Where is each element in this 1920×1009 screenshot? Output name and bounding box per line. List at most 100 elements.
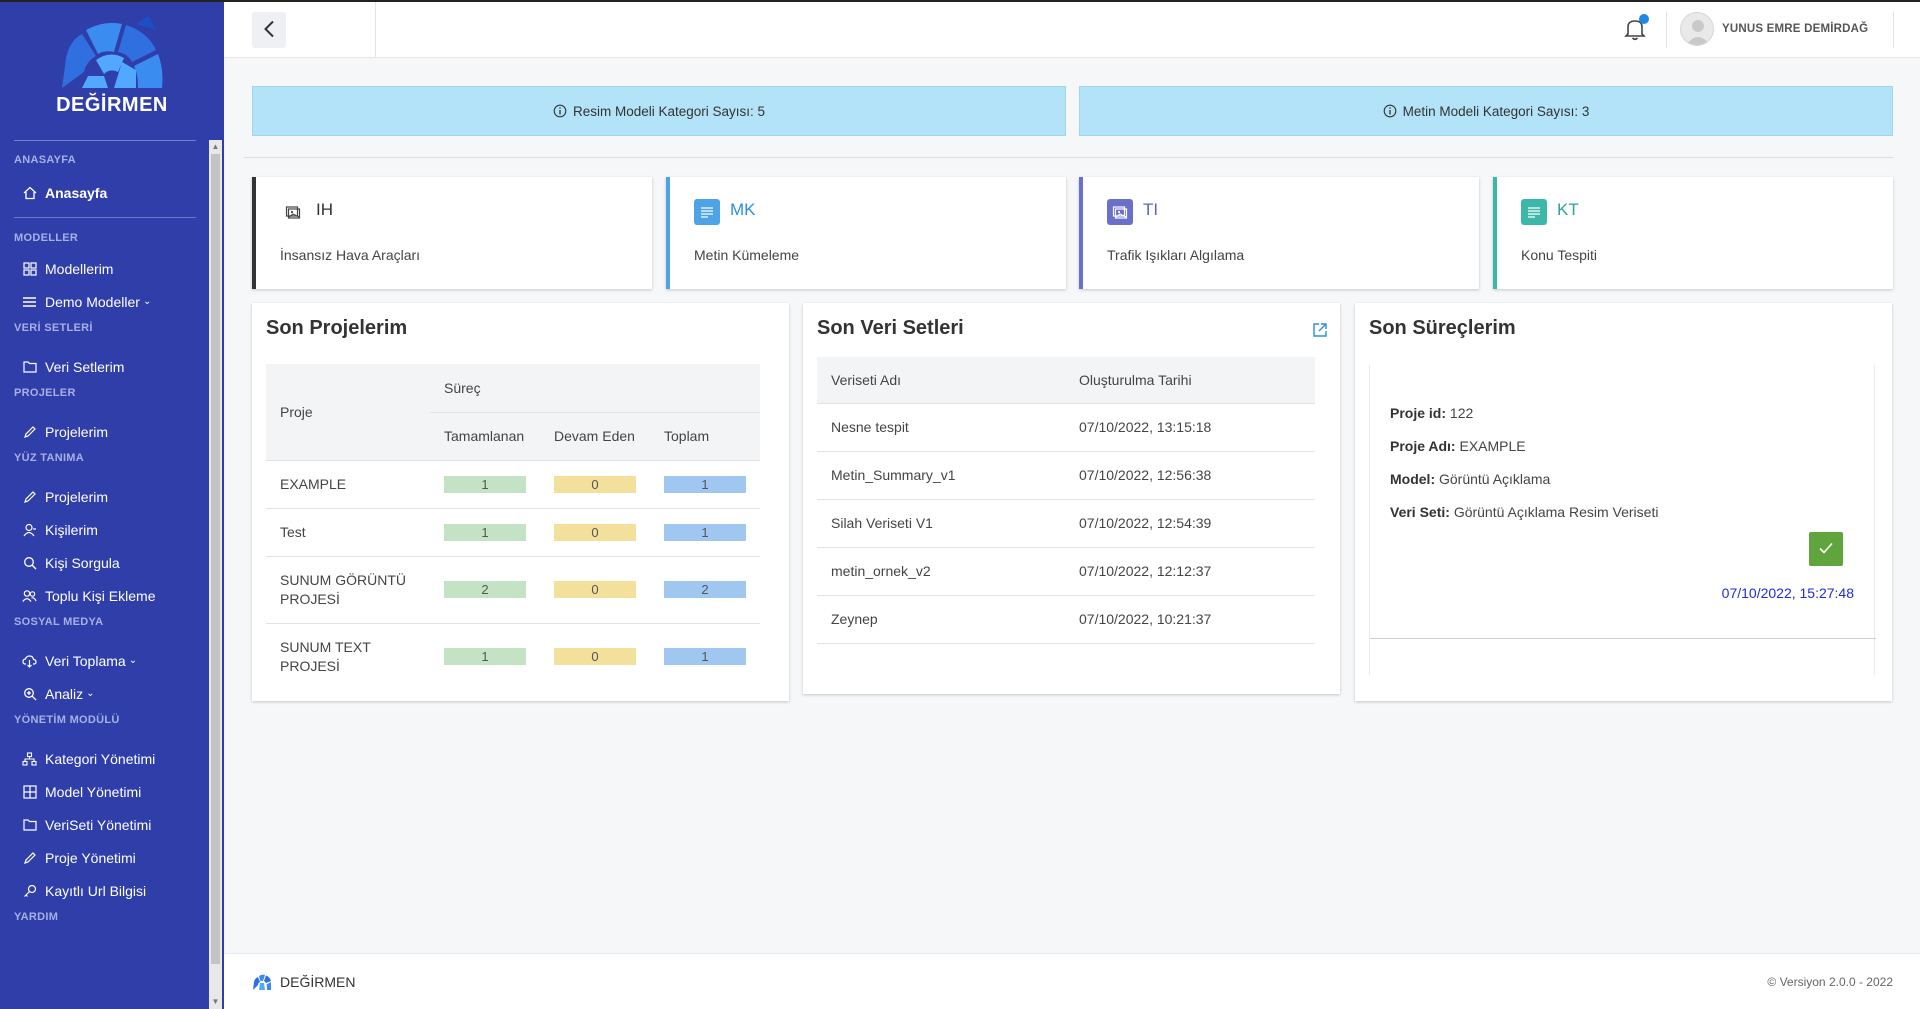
sitemap-icon <box>22 751 37 766</box>
sidebar-item-veri-toplama[interactable]: Veri Toplama ⌄ <box>0 644 210 677</box>
process-project-id: Proje id: 122 <box>1390 405 1473 421</box>
window-top-border <box>0 0 1920 2</box>
sidebar-item-label: Projelerim <box>45 488 109 505</box>
total-badge: 1 <box>664 475 746 493</box>
sidebar-item-label: Modellerim <box>45 260 114 277</box>
ongoing-badge: 0 <box>554 581 636 598</box>
dataset-name: metin_ornek_v2 <box>817 546 1065 595</box>
table-row[interactable]: SUNUM GÖRÜNTÜ PROJESİ 2 0 2 <box>266 555 760 623</box>
category-card-kt[interactable]: KT Konu Tespiti <box>1493 177 1893 289</box>
sidebar-item-label: Kişi Sorgula <box>45 554 120 571</box>
process-status-button[interactable] <box>1809 532 1843 566</box>
user-menu[interactable]: YUNUS EMRE DEMİRDAĞ <box>1680 12 1868 46</box>
notifications-button[interactable] <box>1622 14 1650 45</box>
col-header-completed: Tamamlanan <box>430 412 540 460</box>
table-row[interactable]: EXAMPLE 1 0 1 <box>266 459 760 508</box>
key-icon <box>22 883 37 898</box>
brand-logo-icon <box>252 973 272 991</box>
search-icon <box>22 555 37 570</box>
datasets-table: Veriseti Adı Oluşturulma Tarihi Nesne te… <box>817 357 1315 644</box>
image-icon <box>1107 199 1133 225</box>
sidebar-scrollbar[interactable]: ▲ ▼ <box>209 140 222 1009</box>
sidebar-item-label: Kayıtlı Url Bilgisi <box>45 882 147 899</box>
table-row[interactable]: Silah Veriseti V1 07/10/2022, 12:54:39 <box>817 498 1315 547</box>
top-header: YUNUS EMRE DEMİRDAĞ <box>224 2 1920 58</box>
sidebar-item-kisilerim[interactable]: Kişilerim <box>0 513 210 546</box>
field-value: Görüntü Açıklama <box>1439 471 1551 487</box>
sidebar-item-toplu-kisi-ekleme[interactable]: Toplu Kişi Ekleme <box>0 579 210 612</box>
info-icon <box>553 104 567 118</box>
sidebar-item-demo-modeller[interactable]: Demo Modeller ⌄ <box>0 285 210 318</box>
category-code: TI <box>1143 200 1159 219</box>
dataset-created: 07/10/2022, 10:21:37 <box>1065 594 1315 644</box>
table-row[interactable]: Test 1 0 1 <box>266 507 760 556</box>
brand-divider <box>14 140 196 141</box>
nav-divider <box>14 217 196 218</box>
panel-title: Son Veri Setleri <box>817 317 964 339</box>
table-row[interactable]: Zeynep 07/10/2022, 10:21:37 <box>817 594 1315 644</box>
notification-dot <box>1639 14 1649 24</box>
sidebar-item-label: Analiz <box>45 685 84 702</box>
avatar <box>1680 12 1714 46</box>
table-row[interactable]: Nesne tespit 07/10/2022, 13:15:18 <box>817 402 1315 451</box>
sidebar-item-kisi-sorgula[interactable]: Kişi Sorgula <box>0 546 210 579</box>
image-icon <box>280 199 306 225</box>
col-header-process: Süreç <box>430 364 760 413</box>
folder-icon <box>22 817 37 832</box>
header-divider <box>1893 12 1894 48</box>
scroll-up-icon[interactable]: ▲ <box>211 142 220 152</box>
field-label: Proje Adı: <box>1390 438 1456 454</box>
category-title: Konu Tespiti <box>1521 247 1598 263</box>
recent-datasets-panel: Son Veri Setleri Veriseti Adı Oluşturulm… <box>803 303 1340 694</box>
nav-section-yonetim: YÖNETİM MODÜLÜ <box>14 714 120 726</box>
category-card-ih[interactable]: IH İnsansız Hava Araçları <box>252 177 652 289</box>
sidebar-item-projelerim[interactable]: Projelerim <box>0 415 210 448</box>
users-icon <box>22 588 37 603</box>
total-badge: 1 <box>664 648 746 666</box>
nav-section-projeler: PROJELER <box>14 387 76 399</box>
sidebar-item-modellerim[interactable]: Modellerim <box>0 252 210 285</box>
sidebar-item-proje-yonetimi[interactable]: Proje Yönetimi <box>0 841 210 874</box>
table-row[interactable]: Metin_Summary_v1 07/10/2022, 12:56:38 <box>817 450 1315 499</box>
table-row[interactable]: metin_ornek_v2 07/10/2022, 12:12:37 <box>817 546 1315 595</box>
process-model: Model: Görüntü Açıklama <box>1390 471 1550 487</box>
menu-icon <box>22 294 37 309</box>
info-bar-image-categories: Resim Modeli Kategori Sayısı: 5 <box>252 86 1066 136</box>
sidebar-item-anasayfa[interactable]: Anasayfa <box>0 176 210 209</box>
brand[interactable]: DEĞİRMEN <box>0 10 224 117</box>
footer-brand-name: DEĞİRMEN <box>280 974 356 990</box>
sidebar-item-veri-setlerim[interactable]: Veri Setlerim <box>0 350 210 383</box>
category-title: Metin Kümeleme <box>694 247 800 263</box>
zoom-in-icon <box>22 686 37 701</box>
external-link-icon[interactable] <box>1312 322 1328 341</box>
scroll-down-icon[interactable]: ▼ <box>211 997 220 1007</box>
back-button[interactable] <box>252 12 286 48</box>
bell-icon <box>1622 20 1648 45</box>
nav-section-modeller: MODELLER <box>14 232 79 244</box>
dataset-created: 07/10/2022, 12:56:38 <box>1065 450 1315 499</box>
footer-brand[interactable]: DEĞİRMEN <box>252 973 355 991</box>
category-title: İnsansız Hava Araçları <box>280 247 421 263</box>
category-card-mk[interactable]: MK Metin Kümeleme <box>666 177 1066 289</box>
category-card-ti[interactable]: TI Trafik Işıkları Algılama <box>1079 177 1479 289</box>
text-lines-icon <box>1521 199 1547 225</box>
table-row[interactable]: SUNUM TEXT PROJESİ 1 0 1 <box>266 622 760 690</box>
chevron-down-icon: ⌄ <box>128 655 138 666</box>
sidebar-item-label: Model Yönetimi <box>45 783 142 800</box>
nav-section-yuz-tanima: YÜZ TANIMA <box>14 452 85 464</box>
sidebar-item-model-yonetimi[interactable]: Model Yönetimi <box>0 775 210 808</box>
ongoing-badge: 0 <box>554 648 636 666</box>
user-name: YUNUS EMRE DEMİRDAĞ <box>1722 23 1869 35</box>
process-card[interactable]: Proje id: 122 Proje Adı: EXAMPLE Model: … <box>1369 365 1876 675</box>
sidebar-item-kayitli-url-bilgisi[interactable]: Kayıtlı Url Bilgisi <box>0 874 210 907</box>
project-name: EXAMPLE <box>266 459 430 508</box>
sidebar-item-analiz[interactable]: Analiz ⌄ <box>0 677 210 710</box>
sidebar-item-yuz-projelerim[interactable]: Projelerim <box>0 480 210 513</box>
sidebar-item-kategori-yonetimi[interactable]: Kategori Yönetimi <box>0 742 210 775</box>
field-value: Görüntü Açıklama Resim Veriseti <box>1453 504 1659 520</box>
col-header-project: Proje <box>266 364 430 460</box>
sidebar-item-veriseti-yonetimi[interactable]: VeriSeti Yönetimi <box>0 808 210 841</box>
scrollbar-thumb[interactable] <box>211 154 220 964</box>
dataset-created: 07/10/2022, 13:15:18 <box>1065 402 1315 451</box>
user-icon <box>22 522 37 537</box>
